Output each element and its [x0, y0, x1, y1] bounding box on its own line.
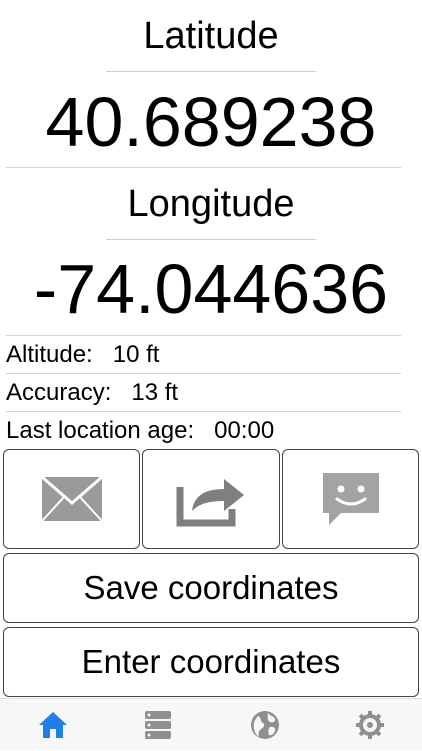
- location-age-label: Last location age:: [6, 417, 195, 444]
- tab-list[interactable]: [105, 699, 210, 751]
- altitude-label: Altitude:: [6, 341, 93, 368]
- divider: [6, 167, 401, 168]
- mail-icon: [40, 475, 103, 522]
- latitude-value: 40.689238: [45, 83, 377, 161]
- list-icon: [144, 711, 171, 739]
- enter-coordinates-button[interactable]: Enter coordinates: [3, 627, 419, 697]
- altitude-value: 10 ft: [112, 341, 160, 368]
- gear-icon: [355, 711, 384, 739]
- accuracy-value: 13 ft: [131, 379, 179, 406]
- altitude-spacer: [99, 341, 106, 368]
- tab-globe[interactable]: [212, 699, 317, 751]
- latitude-label: Latitude: [143, 15, 279, 57]
- longitude-label: Longitude: [127, 183, 295, 225]
- location-age-row: Last location age: 00:00: [6, 417, 274, 445]
- divider: [6, 373, 401, 374]
- longitude-divider: [106, 239, 316, 240]
- email-button[interactable]: [3, 449, 140, 549]
- tab-home[interactable]: [0, 699, 105, 751]
- share-icon: [176, 479, 244, 527]
- latitude-divider: [106, 71, 316, 72]
- divider: [6, 411, 401, 412]
- altitude-row: Altitude: 10 ft: [6, 341, 159, 369]
- message-button[interactable]: [282, 449, 419, 549]
- message-icon: [322, 473, 379, 525]
- home-icon: [38, 712, 67, 738]
- location-age-value: 00:00: [214, 417, 275, 444]
- longitude-value: -74.044636: [33, 250, 389, 328]
- save-coordinates-button[interactable]: Save coordinates: [3, 553, 419, 623]
- globe-icon: [250, 711, 279, 739]
- tab-settings[interactable]: [317, 699, 422, 751]
- location-age-spacer: [201, 417, 208, 444]
- accuracy-label: Accuracy:: [6, 379, 112, 406]
- tab-bar: [0, 698, 422, 750]
- accuracy-row: Accuracy: 13 ft: [6, 379, 178, 407]
- divider: [6, 335, 401, 336]
- accuracy-spacer: [118, 379, 125, 406]
- share-button[interactable]: [142, 449, 280, 549]
